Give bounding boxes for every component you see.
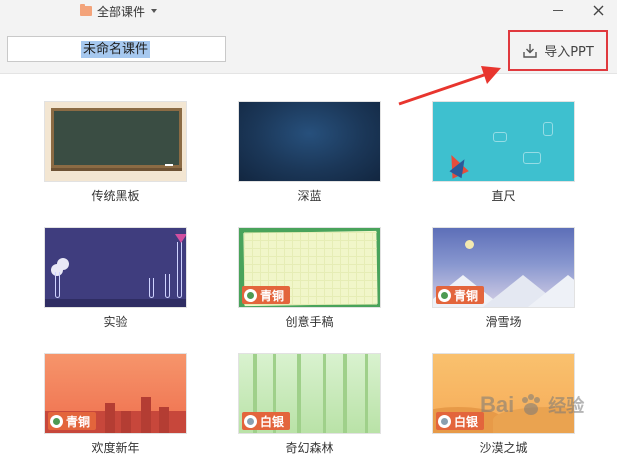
template-card-deep-blue[interactable]: 深蓝 bbox=[238, 101, 381, 204]
template-thumbnail bbox=[44, 101, 187, 182]
tier-badge: 白银 bbox=[436, 412, 485, 430]
close-button[interactable] bbox=[586, 0, 610, 20]
template-card-ruler[interactable]: 直尺 bbox=[432, 101, 575, 204]
tier-badge: 白银 bbox=[242, 412, 291, 430]
template-label: 深蓝 bbox=[297, 189, 322, 203]
template-thumbnail: 白银 bbox=[432, 353, 575, 434]
chevron-down-icon bbox=[151, 9, 158, 13]
template-card-ski-field[interactable]: 青铜 滑雪场 bbox=[432, 227, 575, 330]
folder-label: 全部课件 bbox=[97, 4, 146, 19]
template-thumbnail: 青铜 bbox=[44, 353, 187, 434]
folder-icon bbox=[80, 4, 92, 16]
template-thumbnail: 青铜 bbox=[432, 227, 575, 308]
template-thumbnail bbox=[432, 101, 575, 182]
template-card-fantasy-forest[interactable]: 白银 奇幻森林 bbox=[238, 353, 381, 456]
medal-icon bbox=[50, 414, 63, 428]
tier-badge: 青铜 bbox=[436, 286, 485, 304]
medal-icon bbox=[244, 288, 257, 302]
minimize-icon bbox=[553, 9, 563, 11]
template-label: 传统黑板 bbox=[91, 189, 140, 203]
template-thumbnail bbox=[44, 227, 187, 308]
tier-badge: 青铜 bbox=[48, 412, 97, 430]
template-label: 奇幻森林 bbox=[285, 441, 334, 455]
medal-icon bbox=[244, 414, 257, 428]
template-card-blackboard[interactable]: 传统黑板 bbox=[44, 101, 187, 204]
import-ppt-label: 导入PPT bbox=[544, 45, 594, 60]
folder-dropdown[interactable]: 全部课件 bbox=[80, 3, 158, 19]
template-thumbnail bbox=[238, 101, 381, 182]
template-card-experiment[interactable]: 实验 bbox=[44, 227, 187, 330]
import-ppt-button[interactable]: 导入PPT bbox=[508, 30, 608, 71]
template-thumbnail: 青铜 bbox=[238, 227, 381, 308]
template-label: 欢度新年 bbox=[91, 441, 140, 455]
top-toolbar: 全部课件 未命名课件 导入PPT bbox=[0, 0, 617, 74]
template-label: 沙漠之城 bbox=[479, 441, 528, 455]
template-thumbnail: 白银 bbox=[238, 353, 381, 434]
template-label: 创意手稿 bbox=[285, 315, 334, 329]
close-icon bbox=[593, 5, 603, 15]
import-icon bbox=[522, 43, 538, 59]
template-label: 直尺 bbox=[491, 189, 516, 203]
courseware-title-input[interactable] bbox=[7, 36, 226, 62]
template-card-creative-draft[interactable]: 青铜 创意手稿 bbox=[238, 227, 381, 330]
template-card-desert-city[interactable]: 白银 沙漠之城 bbox=[432, 353, 575, 456]
medal-icon bbox=[438, 288, 451, 302]
template-card-new-year[interactable]: 青铜 欢度新年 bbox=[44, 353, 187, 456]
medal-icon bbox=[438, 414, 451, 428]
template-label: 滑雪场 bbox=[485, 315, 522, 329]
template-label: 实验 bbox=[103, 315, 128, 329]
minimize-button[interactable] bbox=[546, 0, 570, 20]
tier-badge: 青铜 bbox=[242, 286, 291, 304]
